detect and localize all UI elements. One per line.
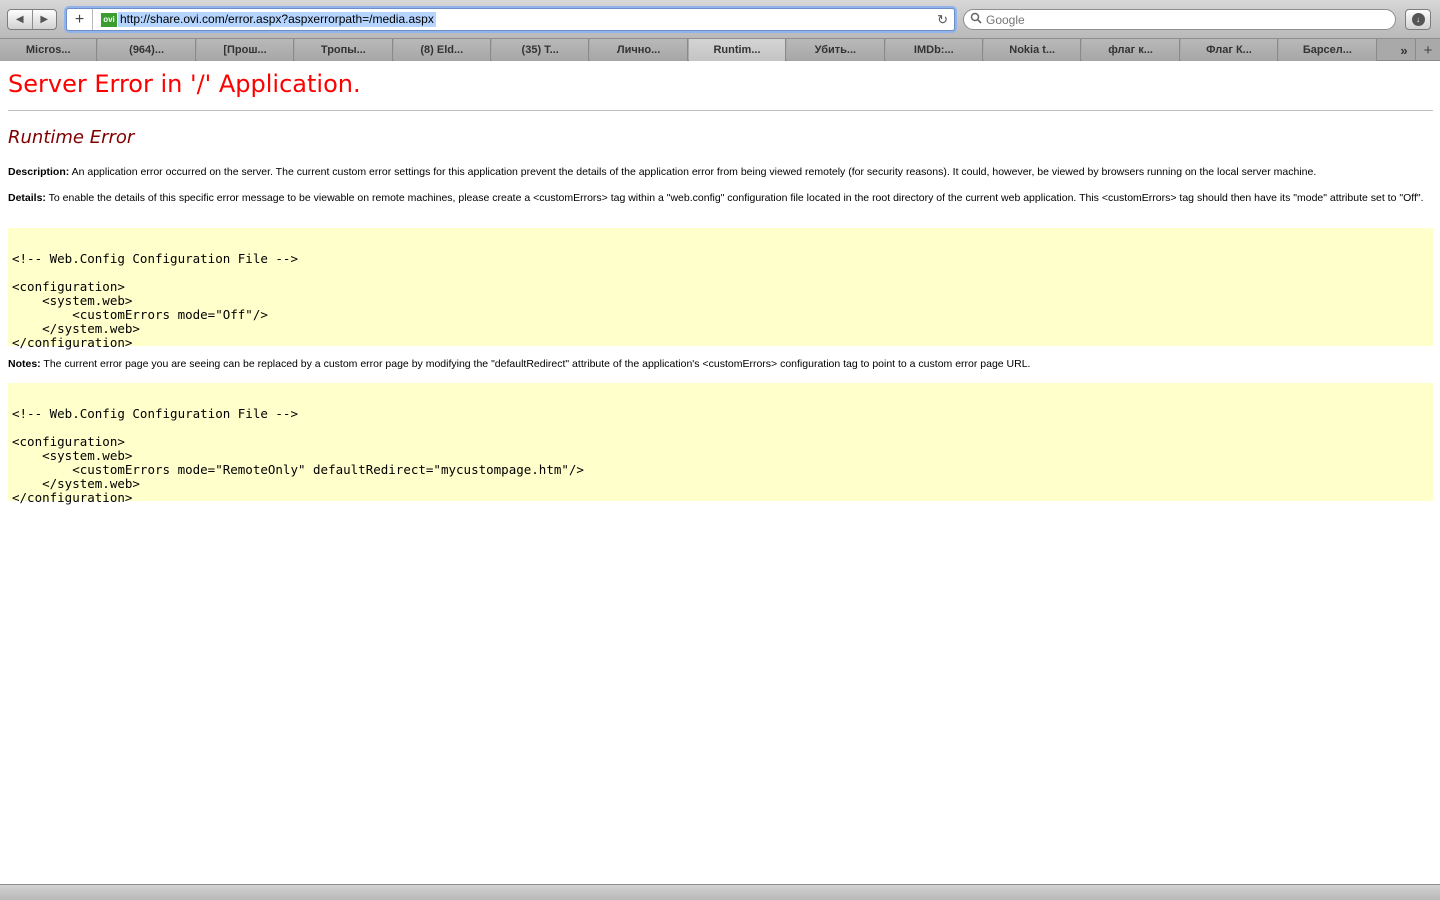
- details-text: To enable the details of this specific e…: [45, 192, 1424, 204]
- details-label: Details:: [8, 192, 46, 204]
- notes-label: Notes:: [8, 358, 41, 370]
- browser-tab[interactable]: IMDb:...: [885, 39, 983, 61]
- address-bar[interactable]: + ovi http://share.ovi.com/error.aspx?as…: [66, 8, 955, 31]
- page-subtitle: Runtime Error: [8, 127, 135, 148]
- browser-tab[interactable]: (964)...: [98, 39, 196, 61]
- forward-arrow-icon: ▶: [40, 14, 49, 25]
- browser-tab[interactable]: Nokia t...: [984, 39, 1082, 61]
- browser-tab[interactable]: Флаг К...: [1180, 39, 1279, 61]
- download-icon: ↓: [1411, 13, 1425, 26]
- notes-paragraph: Notes: The current error page you are se…: [8, 358, 1433, 370]
- plus-icon: +: [74, 10, 85, 28]
- tab-overflow-button[interactable]: »: [1393, 39, 1415, 61]
- description-paragraph: Description: An application error occurr…: [8, 166, 1433, 178]
- description-label: Description:: [8, 166, 70, 178]
- divider: [8, 110, 1433, 111]
- browser-tab[interactable]: (35) T...: [492, 39, 590, 61]
- page-content: Server Error in '/' Application. Runtime…: [0, 62, 1440, 884]
- back-arrow-icon: ◀: [15, 14, 24, 25]
- browser-tab[interactable]: Runtim...: [688, 39, 787, 61]
- notes-text: The current error page you are seeing ca…: [40, 358, 1031, 370]
- search-input[interactable]: [986, 12, 1366, 27]
- browser-tab[interactable]: Лично...: [590, 39, 688, 61]
- site-favicon-icon: ovi: [101, 12, 117, 27]
- downloads-button[interactable]: ↓: [1405, 9, 1431, 30]
- tab-bar: Барсел... Флаг К... флаг к... Nokia t... IMD…: [0, 39, 1440, 61]
- page-title: Server Error in '/' Application.: [8, 70, 361, 98]
- search-icon: [970, 12, 982, 27]
- browser-tab[interactable]: Micros...: [0, 39, 98, 61]
- add-bookmark-button[interactable]: +: [67, 9, 93, 30]
- new-tab-button[interactable]: +: [1415, 39, 1440, 61]
- browser-tab[interactable]: Барсел...: [1279, 39, 1377, 61]
- nav-buttons: ◀ ▶: [7, 9, 57, 30]
- code-block-1: <!-- Web.Config Configuration File --> <…: [8, 228, 1433, 350]
- browser-tab[interactable]: флаг к...: [1082, 39, 1180, 61]
- status-bar: [0, 884, 1440, 900]
- details-paragraph: Details: To enable the details of this s…: [8, 192, 1433, 204]
- forward-button[interactable]: ▶: [31, 10, 57, 29]
- browser-tab[interactable]: (8) Eld...: [393, 39, 491, 61]
- reload-icon[interactable]: ↻: [937, 12, 948, 28]
- browser-toolbar: ◀ ▶ + ovi http://share.ovi.com/error.asp…: [0, 0, 1440, 39]
- browser-tab[interactable]: [Прош...: [196, 39, 295, 61]
- back-button[interactable]: ◀: [8, 10, 32, 29]
- search-field[interactable]: [963, 9, 1396, 30]
- code-block-2: <!-- Web.Config Configuration File --> <…: [8, 383, 1433, 505]
- url-text[interactable]: http://share.ovi.com/error.aspx?aspxerro…: [118, 12, 436, 27]
- browser-tab[interactable]: Тропы...: [295, 39, 393, 61]
- description-text: An application error occurred on the ser…: [69, 166, 1317, 178]
- browser-tab[interactable]: Убить...: [787, 39, 885, 61]
